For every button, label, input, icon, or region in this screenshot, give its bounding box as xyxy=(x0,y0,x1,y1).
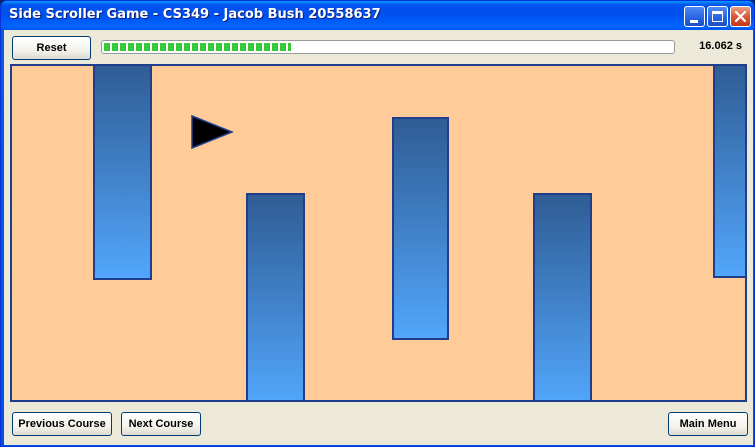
obstacle-column xyxy=(93,66,152,280)
game-canvas[interactable] xyxy=(10,64,747,402)
progress-fill xyxy=(104,43,291,51)
obstacle-column xyxy=(246,193,305,400)
app-window: Side Scroller Game - CS349 - Jacob Bush … xyxy=(0,0,755,447)
previous-course-button[interactable]: Previous Course xyxy=(12,412,112,436)
elapsed-time: 16.062 s xyxy=(699,40,742,52)
main-menu-button[interactable]: Main Menu xyxy=(668,412,748,436)
obstacle-column xyxy=(392,117,449,340)
next-course-button[interactable]: Next Course xyxy=(121,412,201,436)
reset-button[interactable]: Reset xyxy=(12,36,91,60)
window-title: Side Scroller Game - CS349 - Jacob Bush … xyxy=(9,7,381,22)
title-bar[interactable]: Side Scroller Game - CS349 - Jacob Bush … xyxy=(1,1,754,30)
maximize-icon[interactable] xyxy=(707,6,728,27)
client-area: Reset 16.062 s Previous Course Next Cour… xyxy=(4,30,753,445)
player-triangle-icon xyxy=(191,114,235,150)
obstacle-column xyxy=(713,66,745,278)
obstacle-column xyxy=(533,193,592,400)
course-progress-bar xyxy=(101,40,675,54)
minimize-icon[interactable] xyxy=(684,6,705,27)
close-icon[interactable] xyxy=(730,6,751,27)
